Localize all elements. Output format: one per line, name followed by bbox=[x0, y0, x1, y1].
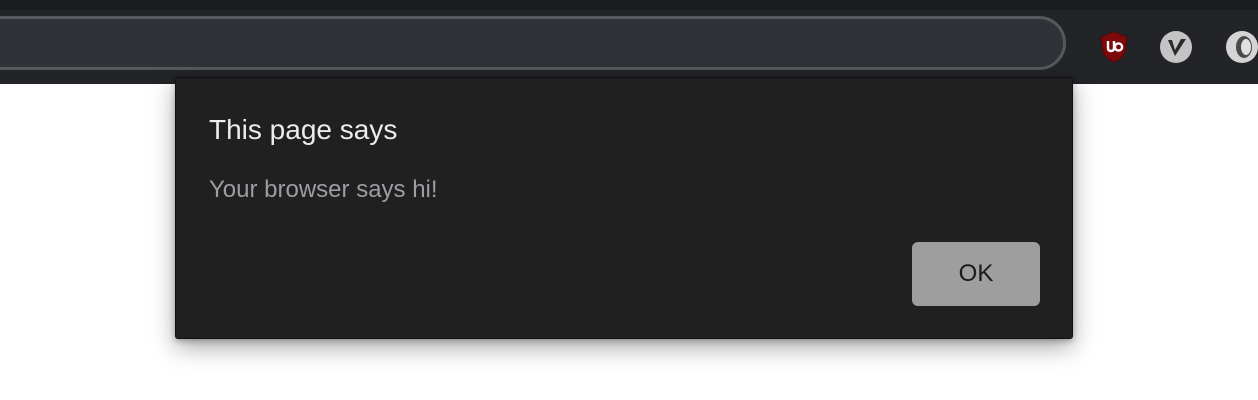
ring-extension-icon[interactable] bbox=[1225, 30, 1258, 64]
ok-button[interactable]: OK bbox=[912, 242, 1040, 306]
v-extension-icon[interactable] bbox=[1159, 30, 1193, 64]
address-bar[interactable] bbox=[0, 16, 1066, 70]
ublock-origin-icon[interactable] bbox=[1097, 30, 1131, 64]
window-top-strip bbox=[0, 0, 1258, 10]
browser-toolbar bbox=[0, 10, 1258, 84]
alert-dialog: This page says Your browser says hi! OK bbox=[175, 77, 1073, 339]
dialog-message: Your browser says hi! bbox=[209, 176, 438, 203]
dialog-title: This page says bbox=[209, 114, 398, 145]
